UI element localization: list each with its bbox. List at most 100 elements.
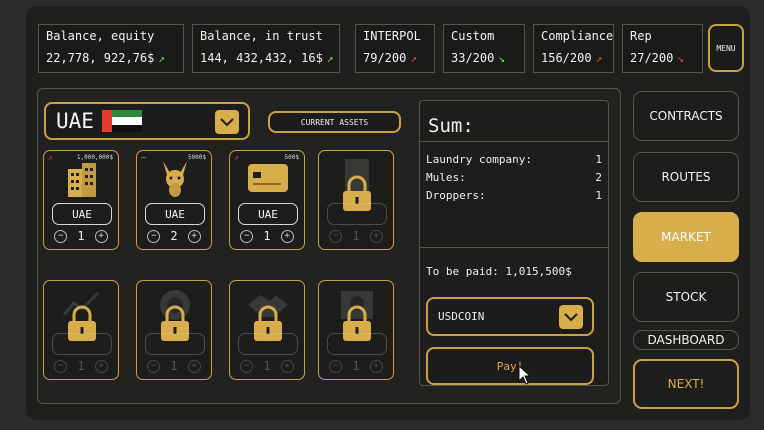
card-amount: 500$ bbox=[284, 154, 299, 161]
stat-interpol: INTERPOL 79/200 ↗ bbox=[355, 24, 435, 73]
card-label bbox=[52, 333, 112, 355]
trend-up-icon: ↗ bbox=[234, 153, 239, 162]
asset-card-droppers[interactable]: ↗ 500$ UAE −1 + bbox=[229, 150, 305, 250]
card-amount: 1,000,000$ bbox=[76, 154, 113, 161]
decrement-button: − bbox=[329, 359, 343, 373]
sum-row-value: 1 bbox=[595, 153, 602, 166]
trend-down-icon: ↗ bbox=[410, 52, 417, 65]
card-label: UAE bbox=[145, 203, 205, 225]
sum-row-value: 1 bbox=[595, 189, 602, 202]
stat-label: Balance, in trust bbox=[200, 29, 323, 43]
asset-card-mules[interactable]: — 5000$ UAE −2 + bbox=[136, 150, 212, 250]
card-label: UAE bbox=[52, 203, 112, 225]
country-name: UAE bbox=[56, 109, 94, 133]
sum-rows: Laundry company: 1 Mules: 2 Droppers: 1 bbox=[426, 153, 602, 207]
decrement-button: − bbox=[240, 359, 254, 373]
current-assets-button[interactable]: CURRENT ASSETS bbox=[268, 111, 401, 133]
stat-label: Rep bbox=[630, 29, 652, 43]
trend-neutral-icon: — bbox=[141, 153, 146, 162]
card-label: UAE bbox=[238, 203, 298, 225]
stat-balance-trust: Balance, in trust 144, 432,432, 16$ ↗ bbox=[192, 24, 340, 73]
to-be-paid: To be paid: 1,015,500$ bbox=[426, 265, 572, 278]
sum-row-label: Laundry company: bbox=[426, 153, 532, 166]
divider bbox=[420, 247, 608, 248]
asset-card-locked: −1 + bbox=[318, 280, 394, 380]
card-qty: 1 bbox=[170, 359, 178, 373]
nav-dashboard[interactable]: DASHBOARD bbox=[633, 330, 739, 350]
trend-down-icon: ↗ bbox=[595, 52, 603, 65]
card-label bbox=[327, 333, 387, 355]
stat-label: INTERPOL bbox=[363, 29, 421, 43]
increment-button[interactable]: + bbox=[280, 229, 294, 243]
card-label bbox=[327, 203, 387, 225]
trend-down-green-icon: ↘ bbox=[498, 52, 505, 65]
sum-row: Laundry company: 1 bbox=[426, 153, 602, 171]
stat-value: 156/200 bbox=[541, 51, 592, 65]
stat-label: Custom bbox=[451, 29, 495, 43]
increment-button: + bbox=[94, 359, 108, 373]
increment-button: + bbox=[187, 359, 201, 373]
sum-row-value: 2 bbox=[595, 171, 602, 184]
chevron-down-icon[interactable] bbox=[559, 305, 583, 329]
menu-button[interactable]: MENU bbox=[708, 24, 744, 72]
decrement-button[interactable]: − bbox=[54, 229, 68, 243]
credit-card-icon bbox=[248, 164, 288, 192]
stat-value: 27/200 bbox=[630, 51, 674, 65]
decrement-button[interactable]: − bbox=[147, 229, 161, 243]
card-qty: 2 bbox=[170, 229, 178, 243]
nav-stock[interactable]: STOCK bbox=[633, 272, 739, 322]
currency-value: USDCOIN bbox=[438, 310, 485, 323]
decrement-button: − bbox=[54, 359, 68, 373]
asset-card-locked: −1 + bbox=[43, 280, 119, 380]
stat-label: Compliance bbox=[541, 29, 614, 43]
card-qty: 1 bbox=[352, 359, 360, 373]
asset-card-locked: −1 + bbox=[229, 280, 305, 380]
decrement-button: − bbox=[329, 229, 343, 243]
uae-flag-icon bbox=[101, 110, 142, 132]
stat-custom: Custom 33/200 ↘ bbox=[443, 24, 525, 73]
card-qty: 1 bbox=[352, 229, 360, 243]
stat-value: 79/200 bbox=[363, 51, 407, 65]
pay-button[interactable]: Pay! bbox=[426, 347, 594, 385]
stat-label: Balance, equity bbox=[46, 29, 155, 43]
currency-select[interactable]: USDCOIN bbox=[426, 297, 594, 336]
increment-button[interactable]: + bbox=[187, 229, 201, 243]
asset-card-locked: −1 + bbox=[136, 280, 212, 380]
donkey-icon bbox=[163, 161, 187, 197]
cursor-icon bbox=[518, 365, 532, 385]
stat-value: 33/200 bbox=[451, 51, 495, 65]
nav-market[interactable]: MARKET bbox=[633, 212, 739, 262]
trend-up-icon: ↗ bbox=[326, 52, 334, 65]
card-qty: 1 bbox=[77, 229, 85, 243]
decrement-button[interactable]: − bbox=[240, 229, 254, 243]
card-qty: 1 bbox=[263, 229, 271, 243]
trend-up-icon: ↗ bbox=[158, 52, 165, 65]
increment-button: + bbox=[369, 229, 383, 243]
increment-button: + bbox=[369, 359, 383, 373]
chevron-down-icon[interactable] bbox=[215, 110, 239, 134]
building-icon bbox=[68, 163, 96, 197]
stat-value: 144, 432,432, 16$ bbox=[200, 51, 323, 65]
sum-row: Mules: 2 bbox=[426, 171, 602, 189]
stat-rep: Rep 27/200 ↘ bbox=[622, 24, 703, 73]
card-qty: 1 bbox=[77, 359, 85, 373]
asset-card-locked: −1 + bbox=[318, 150, 394, 250]
next-button[interactable]: NEXT! bbox=[633, 359, 739, 409]
increment-button[interactable]: + bbox=[94, 229, 108, 243]
nav-routes[interactable]: ROUTES bbox=[633, 152, 739, 202]
stat-balance-equity: Balance, equity 22,778, 922,76$ ↗ bbox=[38, 24, 184, 73]
sum-panel: Sum: Laundry company: 1 Mules: 2 Droppers:… bbox=[419, 100, 609, 386]
trend-down-icon: ↘ bbox=[677, 52, 684, 65]
sum-title: Sum: bbox=[428, 115, 474, 137]
sum-row-label: Mules: bbox=[426, 171, 466, 184]
country-select[interactable]: UAE bbox=[44, 102, 250, 140]
card-qty: 1 bbox=[263, 359, 271, 373]
stat-value: 22,778, 922,76$ bbox=[46, 51, 155, 65]
decrement-button: − bbox=[147, 359, 161, 373]
sum-row-label: Droppers: bbox=[426, 189, 486, 202]
card-label bbox=[145, 333, 205, 355]
divider bbox=[420, 141, 608, 142]
asset-card-laundry[interactable]: ↗ 1,000,000$ UAE −1 + bbox=[43, 150, 119, 250]
nav-contracts[interactable]: CONTRACTS bbox=[633, 91, 739, 141]
increment-button: + bbox=[280, 359, 294, 373]
